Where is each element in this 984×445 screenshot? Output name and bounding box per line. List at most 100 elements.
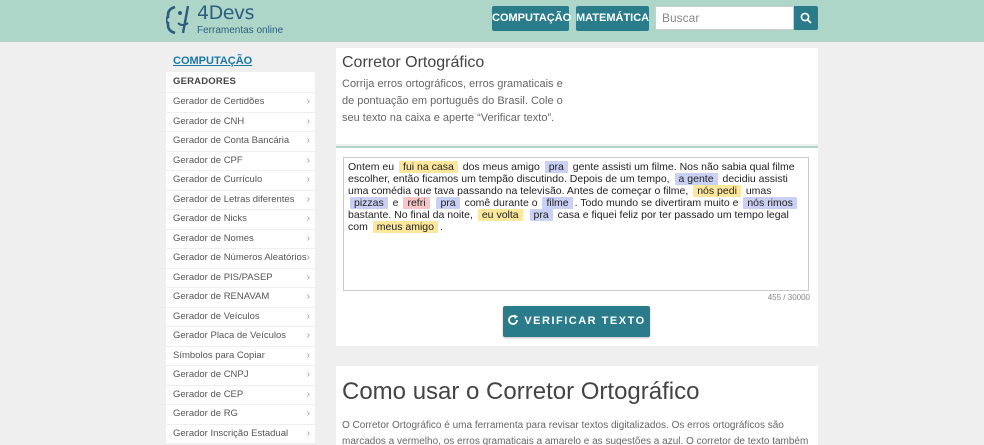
editor-text: comê durante o <box>461 197 541 209</box>
spelling-error-mark[interactable]: refri <box>403 197 430 209</box>
chevron-right-icon: › <box>306 135 310 146</box>
sidebar-item-label: Gerador de Nomes <box>173 232 254 244</box>
sidebar-item-letras-diferentes[interactable]: Gerador de Letras diferentes › <box>166 190 315 209</box>
sidebar-item-label: Gerador de Nicks <box>173 213 247 224</box>
how-to-title: Como usar o Corretor Ortográfico <box>342 378 700 405</box>
grammar-error-mark[interactable]: nós pedi <box>693 185 741 197</box>
suggestion-mark[interactable]: pra <box>529 209 553 221</box>
sidebar-item-label: Gerador de PIS/PASEP <box>173 271 273 283</box>
chevron-right-icon: › <box>306 330 310 341</box>
chevron-right-icon: › <box>306 427 310 439</box>
site-header: 4Devs Ferramentas online COMPUTAÇÃO MATE… <box>0 0 984 42</box>
sidebar-item-renavam[interactable]: Gerador de RENAVAM › <box>166 288 315 307</box>
suggestion-mark[interactable]: filme <box>542 197 573 209</box>
chevron-right-icon: › <box>306 408 310 419</box>
sidebar-item-label: Gerador de Certidões <box>173 96 265 107</box>
sidebar-item-label: Símbolos para Copiar <box>173 349 265 361</box>
how-to-panel: Como usar o Corretor Ortográfico O Corre… <box>336 366 818 445</box>
chevron-right-icon: › <box>306 154 310 166</box>
sidebar-item-label: Gerador de Números Aleatórios <box>173 252 307 263</box>
search-icon <box>800 12 812 24</box>
sidebar-item-label: Gerador de Currículo <box>173 174 263 185</box>
editor-text: e <box>389 197 402 209</box>
sidebar-item-cnpj[interactable]: Gerador de CNPJ › <box>166 366 315 385</box>
sidebar-group-geradores: GERADORES <box>166 72 315 92</box>
page-title: Corretor Ortográfico <box>342 54 485 71</box>
editor-text: . Todo mundo se divertiram muito e <box>574 197 742 209</box>
suggestion-mark[interactable]: nós rimos <box>743 197 797 209</box>
search-input[interactable] <box>655 6 794 30</box>
sidebar-item-simbolos[interactable]: Símbolos para Copiar › <box>166 346 315 365</box>
chevron-right-icon: › <box>306 96 310 107</box>
sidebar-item-certidoes[interactable]: Gerador de Certidões › <box>166 93 315 112</box>
sidebar-section-computacao[interactable]: COMPUTAÇÃO <box>166 52 315 70</box>
page-description: Corrija erros ortográficos, erros gramat… <box>342 78 563 124</box>
editor-text: umas <box>742 185 772 197</box>
sidebar-item-label: Gerador de Veículos <box>173 310 260 322</box>
sidebar-item-cep[interactable]: Gerador de CEP › <box>166 385 315 404</box>
chevron-right-icon: › <box>306 232 310 244</box>
sidebar-item-curriculo[interactable]: Gerador de Currículo › <box>166 171 315 190</box>
sidebar-item-cpf[interactable]: Gerador de CPF › <box>166 151 315 170</box>
nav-matematica-button[interactable]: MATEMÁTICA <box>576 6 649 31</box>
grammar-error-mark[interactable]: eu volta <box>477 209 523 221</box>
sidebar-item-cnh[interactable]: Gerador de CNH › <box>166 112 315 131</box>
character-counter: 455 / 30000 <box>767 293 810 302</box>
sidebar-item-label: Gerador de RG <box>173 408 238 419</box>
chevron-right-icon: › <box>306 271 310 283</box>
sidebar-item-label: Gerador Placa de Veículos <box>173 330 287 341</box>
chevron-right-icon: › <box>306 388 310 400</box>
text-editor[interactable]: Ontem eu fui na casa dos meus amigo pra … <box>343 157 809 291</box>
sidebar-item-label: Gerador de CPF <box>173 154 243 166</box>
sidebar-item-label: Gerador de CEP <box>173 388 244 400</box>
chevron-right-icon: › <box>306 252 310 263</box>
suggestion-mark[interactable]: pra <box>544 161 568 173</box>
logo-tagline: Ferramentas online <box>197 25 284 36</box>
sidebar-item-inscricao-estadual[interactable]: Gerador Inscrição Estadual › <box>166 424 315 443</box>
search-button[interactable] <box>794 6 818 30</box>
suggestion-mark[interactable]: pizzas <box>350 197 388 209</box>
chevron-right-icon: › <box>306 115 310 127</box>
chevron-right-icon: › <box>306 369 310 380</box>
suggestion-mark[interactable]: a gente <box>674 173 718 185</box>
sidebar-item-rg[interactable]: Gerador de RG › <box>166 405 315 424</box>
sidebar-item-nomes[interactable]: Gerador de Nomes › <box>166 229 315 248</box>
chevron-right-icon: › <box>306 193 310 205</box>
verify-text-button[interactable]: VERIFICAR TEXTO <box>503 306 650 337</box>
sidebar-item-label: Gerador de Conta Bancária <box>173 135 290 146</box>
logo-name: 4Devs <box>197 2 255 24</box>
sidebar-item-nicks[interactable]: Gerador de Nicks › <box>166 210 315 229</box>
nav-computacao-button[interactable]: COMPUTAÇÃO <box>492 6 571 31</box>
sidebar-item-label: Gerador de CNH <box>173 115 245 127</box>
editor-text <box>432 197 435 209</box>
tool-intro-panel: Corretor Ortográfico Corrija erros ortog… <box>336 48 818 144</box>
verify-text-label: VERIFICAR TEXTO <box>524 315 646 327</box>
sidebar-item-placa-veiculos[interactable]: Gerador Placa de Veículos › <box>166 327 315 346</box>
editor-text: Ontem eu <box>348 161 398 173</box>
sidebar-item-label: Gerador de CNPJ <box>173 369 249 380</box>
logo-icon <box>166 5 190 35</box>
editor-panel: Ontem eu fui na casa dos meus amigo pra … <box>336 146 818 346</box>
sidebar-item-label: Gerador de Letras diferentes <box>173 193 295 205</box>
chevron-right-icon: › <box>306 349 310 361</box>
logo[interactable]: 4Devs Ferramentas online <box>166 1 286 39</box>
grammar-error-mark[interactable]: meus amigo <box>372 221 438 233</box>
sidebar-item-veiculos[interactable]: Gerador de Veículos › <box>166 307 315 326</box>
sidebar: COMPUTAÇÃO GERADORES Gerador de Certidõe… <box>166 52 315 443</box>
sidebar-item-label: Gerador Inscrição Estadual <box>173 427 289 439</box>
sidebar-item-numeros-aleatorios[interactable]: Gerador de Números Aleatórios › <box>166 249 315 268</box>
refresh-icon <box>508 314 519 325</box>
editor-text <box>525 209 528 221</box>
chevron-right-icon: › <box>306 174 310 185</box>
editor-text: . <box>439 221 443 233</box>
sidebar-item-pis-pasep[interactable]: Gerador de PIS/PASEP › <box>166 268 315 287</box>
how-to-text: O Corretor Ortográfico é uma ferramenta … <box>342 420 809 445</box>
chevron-right-icon: › <box>306 310 310 322</box>
grammar-error-mark[interactable]: fui na casa <box>399 161 458 173</box>
sidebar-item-label: Gerador de RENAVAM <box>173 291 270 302</box>
chevron-right-icon: › <box>306 291 310 302</box>
sidebar-item-conta-bancaria[interactable]: Gerador de Conta Bancária › <box>166 132 315 151</box>
editor-text: bastante. No final da noite, <box>348 209 476 221</box>
suggestion-mark[interactable]: pra <box>436 197 460 209</box>
editor-text: dos meus amigo <box>459 161 543 173</box>
